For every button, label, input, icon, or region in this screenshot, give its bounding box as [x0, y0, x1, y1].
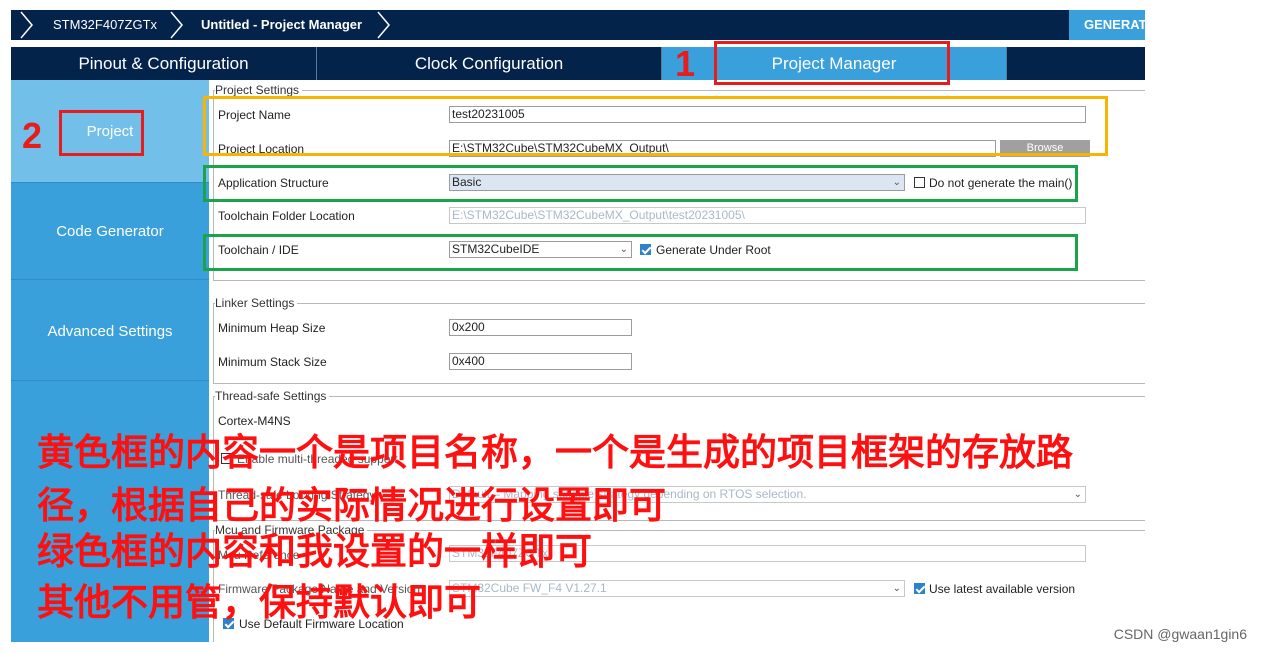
chevron-right-icon: [20, 11, 33, 39]
note-line-1: 黄色框的内容一个是项目名称，一个是生成的项目框架的存放路: [37, 431, 1073, 474]
stack-size-input[interactable]: 0x400: [449, 353, 632, 370]
group-border: [213, 303, 1145, 304]
chevron-right-icon: [377, 11, 390, 39]
sidebar-divider: [11, 380, 209, 381]
sidebar-item-code-generator[interactable]: Code Generator: [11, 183, 209, 279]
tab-divider: [1006, 47, 1007, 80]
toolchain-folder-input: E:\STM32Cube\STM32CubeMX_Output\test2023…: [449, 207, 1086, 224]
group-border: [213, 383, 1145, 384]
annotation-number-1: 1: [675, 43, 696, 84]
generate-code-button[interactable]: GENERATE CODE: [1069, 10, 1145, 40]
tab-pinout-configuration[interactable]: Pinout & Configuration: [11, 47, 316, 80]
note-line-4: 其他不用管，保持默认即可: [37, 581, 481, 624]
breadcrumb-current[interactable]: Untitled - Project Manager: [201, 10, 362, 40]
toolchain-folder-label: Toolchain Folder Location: [218, 209, 355, 223]
annotation-box-green-toolchain: [203, 234, 1078, 271]
linker-settings-title: Linker Settings: [215, 296, 298, 310]
note-line-3: 绿色框的内容和我设置的一样即可: [37, 530, 592, 573]
heap-size-label: Minimum Heap Size: [218, 321, 326, 335]
group-border: [213, 90, 1145, 91]
group-border: [213, 280, 1145, 281]
use-latest-checkbox[interactable]: [914, 583, 925, 594]
chevron-down-icon: ⌄: [892, 583, 901, 594]
group-border: [213, 396, 1145, 397]
breadcrumb-device[interactable]: STM32F407ZGTx: [53, 10, 157, 40]
stack-size-label: Minimum Stack Size: [218, 355, 327, 369]
chevron-down-icon: ⌄: [1073, 489, 1082, 500]
chevron-right-icon: [170, 11, 183, 39]
watermark: CSDN @gwaan1gin6: [1113, 626, 1247, 642]
heap-size-input[interactable]: 0x200: [449, 319, 632, 336]
group-border: [213, 303, 214, 383]
sidebar-item-advanced-settings[interactable]: Advanced Settings: [11, 280, 209, 380]
note-line-2: 径，根据自己的实际情况进行设置即可: [37, 484, 666, 527]
thread-safe-settings-title: Thread-safe Settings: [215, 389, 330, 403]
use-latest-label: Use latest available version: [929, 582, 1076, 596]
annotation-box-yellow: [203, 96, 1108, 156]
annotation-number-2: 2: [22, 115, 43, 156]
annotation-box-project: [59, 110, 144, 156]
firmware-package-select: STM32Cube FW_F4 V1.27.1 ⌄: [449, 580, 905, 597]
tab-clock-configuration[interactable]: Clock Configuration: [317, 47, 661, 80]
annotation-box-project-manager: [714, 41, 950, 85]
breadcrumb-bar: STM32F407ZGTx Untitled - Project Manager…: [11, 10, 1145, 40]
annotation-box-green-structure: [203, 165, 1078, 202]
core-label: Cortex-M4NS: [218, 414, 291, 428]
project-settings-title: Project Settings: [215, 83, 303, 97]
main-tab-bar: Pinout & Configuration Clock Configurati…: [11, 47, 1145, 80]
